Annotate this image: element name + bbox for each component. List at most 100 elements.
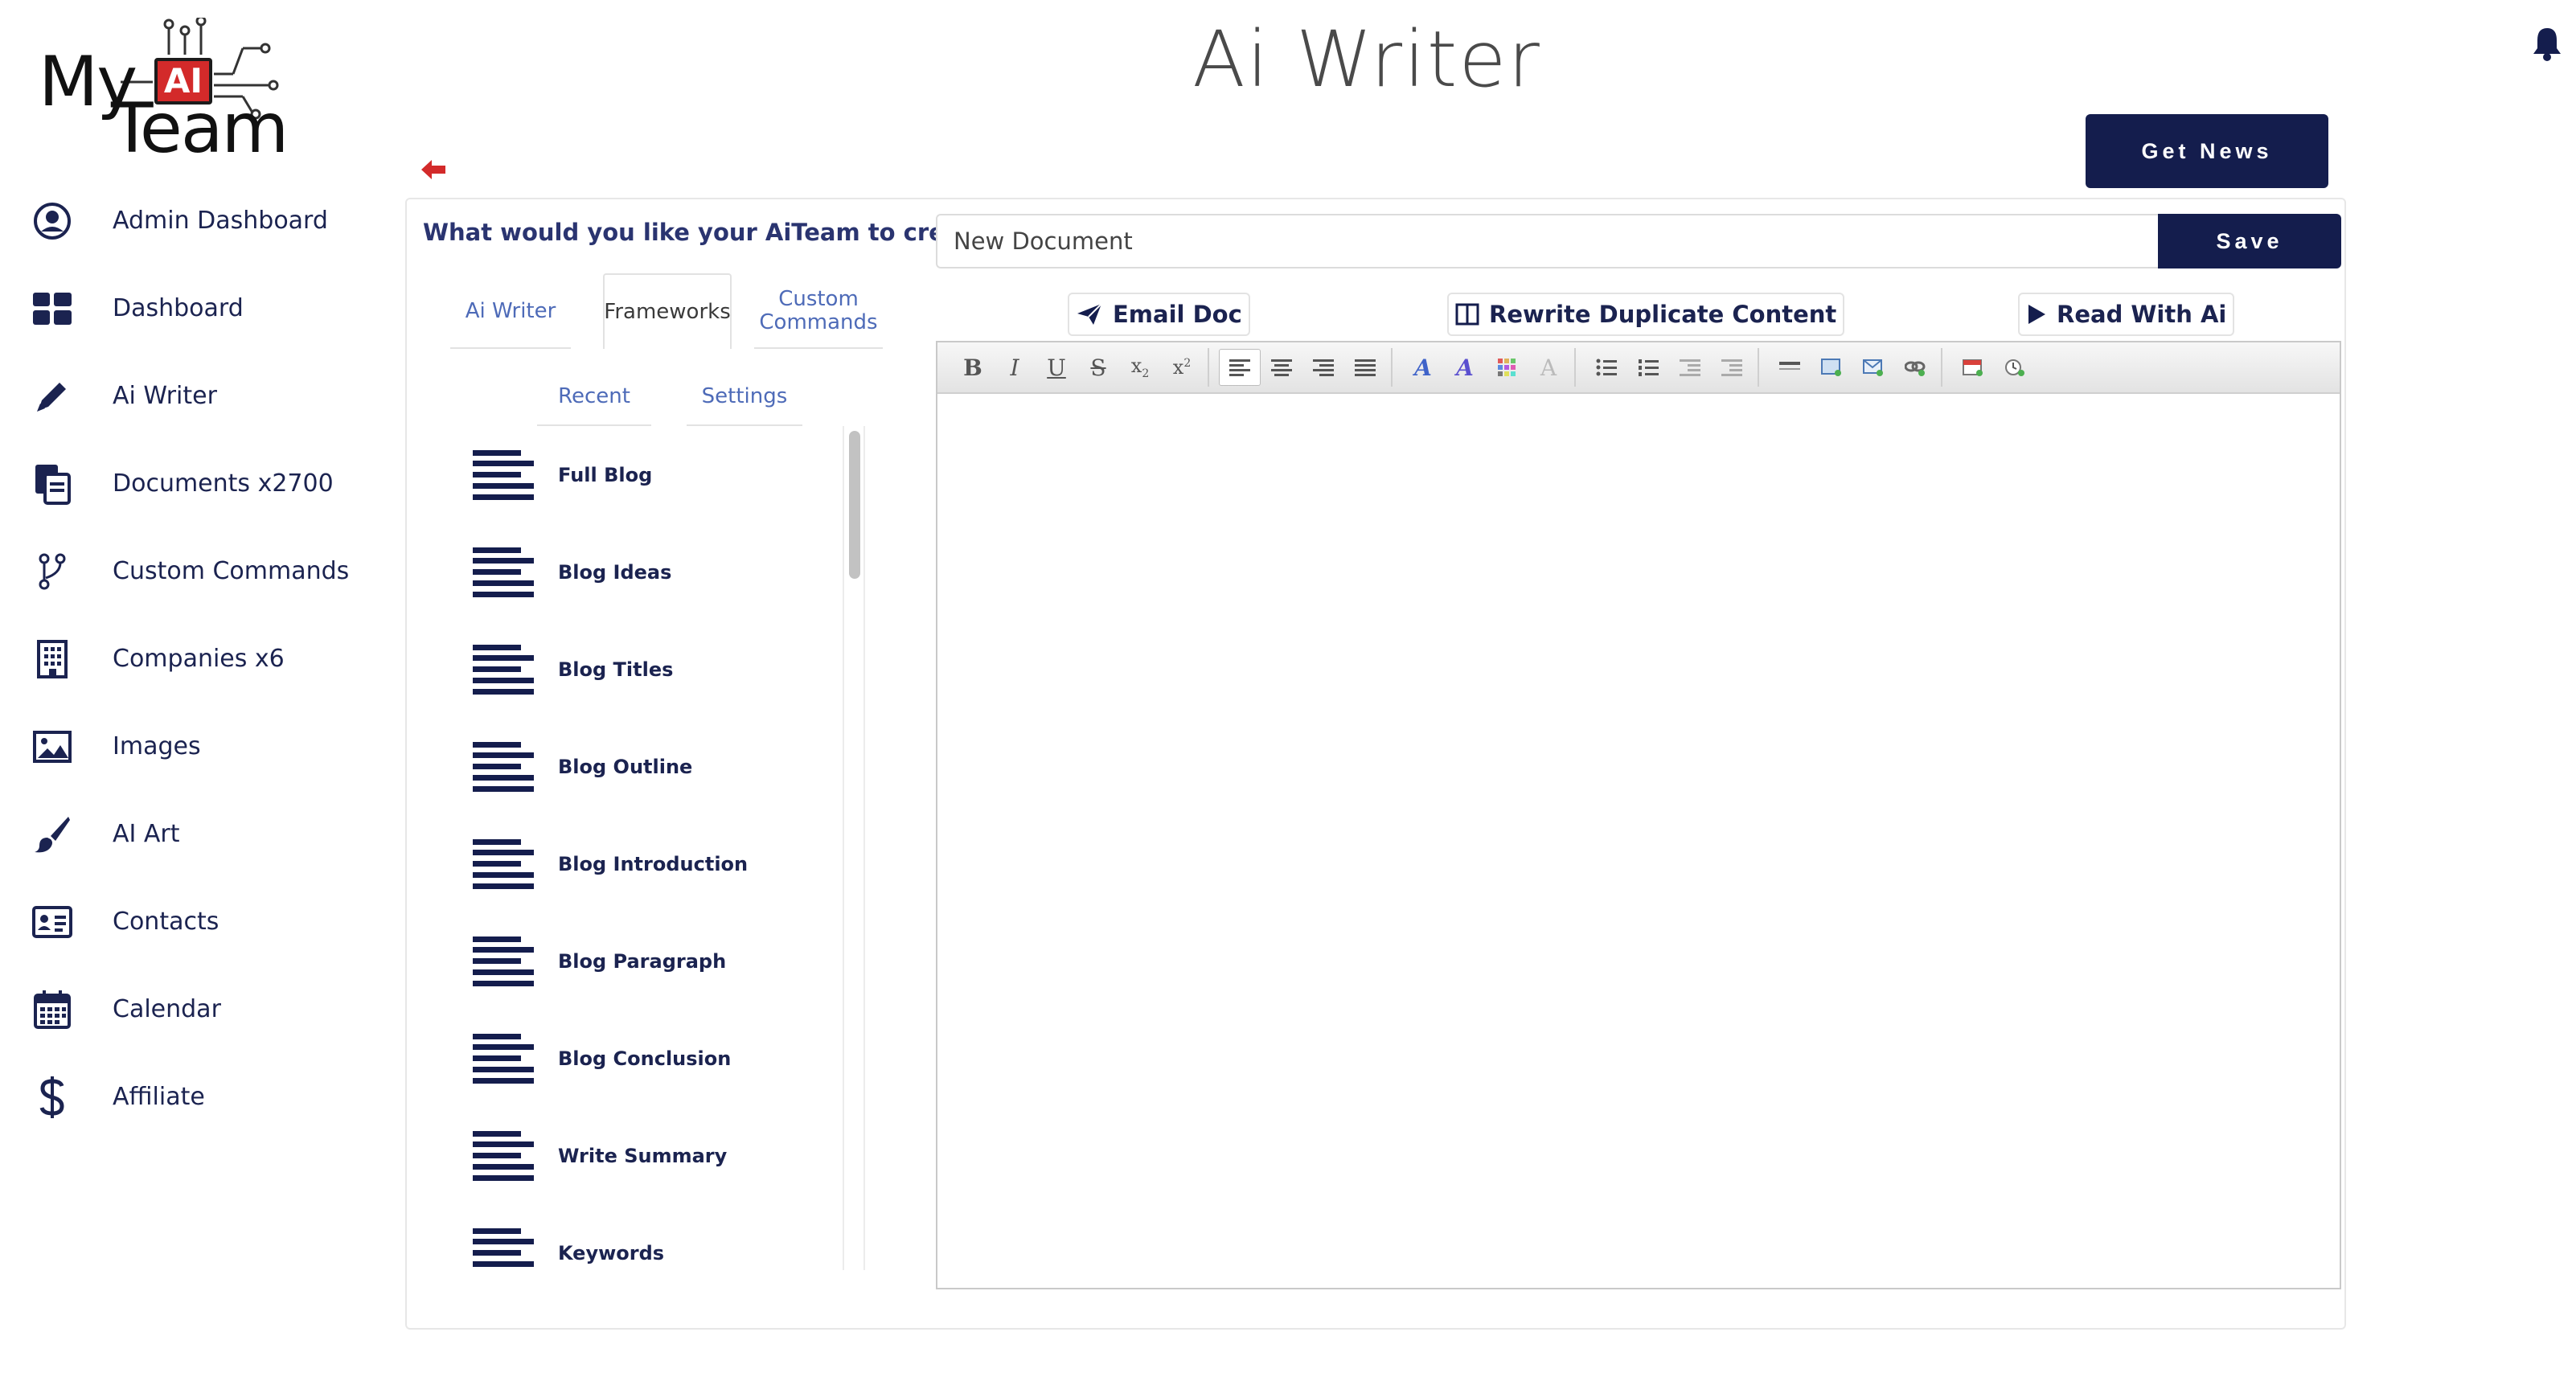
writer-tabs: Ai Writer Frameworks Custom Commands (450, 273, 884, 349)
italic-icon[interactable]: I (994, 349, 1036, 386)
paper-plane-icon (1077, 303, 1102, 325)
sidebar-item-contacts[interactable]: Contacts (29, 878, 367, 965)
align-right-icon[interactable] (1302, 349, 1344, 386)
contact-card-icon (29, 899, 76, 945)
sidebar-item-companies[interactable]: Companies x6 (29, 615, 367, 703)
insert-image-icon[interactable] (1811, 349, 1852, 386)
rich-text-editor: B I U S x2 x2 A A A (936, 341, 2341, 1289)
sidebar-item-custom-commands[interactable]: Custom Commands (29, 527, 367, 615)
framework-item[interactable]: Blog Conclusion (450, 1010, 844, 1107)
sidebar-item-admin-dashboard[interactable]: Admin Dashboard (29, 177, 367, 264)
align-left-icon (473, 1033, 534, 1084)
insert-date-icon[interactable] (1952, 349, 1994, 386)
sidebar-nav: Admin Dashboard Dashboard Ai Writer Docu… (29, 177, 367, 1141)
align-left-icon (473, 1130, 534, 1181)
strikethrough-icon[interactable]: S (1077, 349, 1119, 386)
framework-item[interactable]: Write Summary (450, 1107, 844, 1204)
framework-item[interactable]: Blog Titles (450, 621, 844, 718)
framework-label: Blog Outline (558, 755, 693, 778)
align-center-icon[interactable] (1261, 349, 1302, 386)
sidebar-item-images[interactable]: Images (29, 703, 367, 790)
grid-icon (29, 285, 76, 332)
align-left-icon (473, 644, 534, 695)
sidebar-item-label: Admin Dashboard (113, 207, 328, 235)
email-doc-label: Email Doc (1113, 301, 1242, 328)
insert-link-icon[interactable] (1894, 349, 1936, 386)
framework-label: Blog Ideas (558, 560, 672, 584)
underline-icon[interactable]: U (1036, 349, 1077, 386)
editor-toolbar: B I U S x2 x2 A A A (937, 342, 2340, 394)
font-size-icon[interactable]: A (1444, 349, 1486, 386)
outdent-icon[interactable] (1669, 349, 1711, 386)
rewrite-label: Rewrite Duplicate Content (1489, 301, 1837, 328)
scrollbar-thumb[interactable] (849, 431, 860, 579)
bell-icon[interactable] (2531, 26, 2563, 61)
framework-scrollbar[interactable] (843, 426, 865, 1270)
dollar-icon (29, 1074, 76, 1121)
email-doc-button[interactable]: Email Doc (1068, 293, 1250, 336)
framework-item[interactable]: Blog Ideas (450, 523, 844, 621)
paintbrush-icon (29, 811, 76, 858)
tab-frameworks[interactable]: Frameworks (603, 273, 732, 349)
play-icon (2028, 305, 2045, 324)
document-title-input[interactable] (936, 214, 2158, 268)
clear-format-icon[interactable]: A (1528, 349, 1569, 386)
bullet-list-icon[interactable] (1585, 349, 1627, 386)
framework-label: Blog Conclusion (558, 1047, 732, 1070)
framework-label: Blog Introduction (558, 852, 749, 875)
sidebar-item-label: Ai Writer (113, 382, 217, 410)
sidebar-item-calendar[interactable]: Calendar (29, 965, 367, 1053)
align-justify-icon[interactable] (1344, 349, 1386, 386)
sidebar-item-label: Documents x2700 (113, 469, 334, 498)
framework-label: Blog Paragraph (558, 949, 727, 973)
get-news-button[interactable]: Get News (2086, 114, 2328, 188)
back-arrow-icon[interactable] (420, 158, 447, 182)
framework-label: Blog Titles (558, 658, 674, 681)
align-left-icon (473, 547, 534, 597)
insert-time-icon[interactable] (1994, 349, 2036, 386)
tab-ai-writer[interactable]: Ai Writer (450, 273, 571, 349)
insert-email-icon[interactable] (1852, 349, 1894, 386)
color-palette-icon[interactable] (1486, 349, 1528, 386)
rewrite-duplicate-content-button[interactable]: Rewrite Duplicate Content (1447, 293, 1845, 336)
columns-icon (1455, 303, 1479, 326)
subscript-icon[interactable]: x2 (1119, 349, 1161, 386)
tab-settings[interactable]: Settings (687, 367, 802, 426)
brand-logo[interactable]: My Team AI (32, 18, 297, 169)
sidebar-item-ai-writer[interactable]: Ai Writer (29, 352, 367, 440)
toolbar-group-text: B I U S x2 x2 (947, 348, 1209, 387)
sidebar-item-label: Dashboard (113, 294, 244, 322)
framework-item[interactable]: Blog Outline (450, 718, 844, 815)
editor-content-area[interactable] (937, 396, 2340, 1288)
framework-item[interactable]: Blog Introduction (450, 815, 844, 912)
framework-item[interactable]: Blog Paragraph (450, 912, 844, 1010)
align-left-icon (473, 449, 534, 500)
framework-label: Keywords (558, 1241, 665, 1264)
superscript-icon[interactable]: x2 (1161, 349, 1203, 386)
sidebar-item-ai-art[interactable]: AI Art (29, 790, 367, 878)
framework-item[interactable]: Full Blog (450, 426, 844, 523)
create-prompt-label: What would you like your AiTeam to creat… (423, 219, 1001, 246)
numbered-list-icon[interactable] (1627, 349, 1669, 386)
align-left-icon[interactable] (1219, 349, 1261, 386)
sidebar-item-affiliate[interactable]: Affiliate (29, 1053, 367, 1141)
tab-recent[interactable]: Recent (537, 367, 651, 426)
horizontal-rule-icon[interactable] (1769, 349, 1811, 386)
save-button[interactable]: Save (2158, 214, 2341, 268)
indent-icon[interactable] (1711, 349, 1753, 386)
sidebar-item-label: Images (113, 732, 201, 760)
user-circle-icon (29, 198, 76, 244)
font-icon[interactable]: A (1402, 349, 1444, 386)
tab-custom-commands[interactable]: Custom Commands (754, 273, 883, 349)
sidebar-item-dashboard[interactable]: Dashboard (29, 264, 367, 352)
sidebar-item-documents[interactable]: Documents x2700 (29, 440, 367, 527)
sidebar-item-label: Companies x6 (113, 645, 285, 673)
align-left-icon (473, 741, 534, 792)
framework-item[interactable]: Keywords (450, 1204, 844, 1270)
sidebar-item-label: Custom Commands (113, 557, 350, 585)
toolbar-group-style: A A A (1397, 348, 1576, 387)
bold-icon[interactable]: B (952, 349, 994, 386)
documents-icon (29, 461, 76, 507)
pencil-icon (29, 373, 76, 420)
read-with-ai-button[interactable]: Read With Ai (2018, 293, 2235, 336)
